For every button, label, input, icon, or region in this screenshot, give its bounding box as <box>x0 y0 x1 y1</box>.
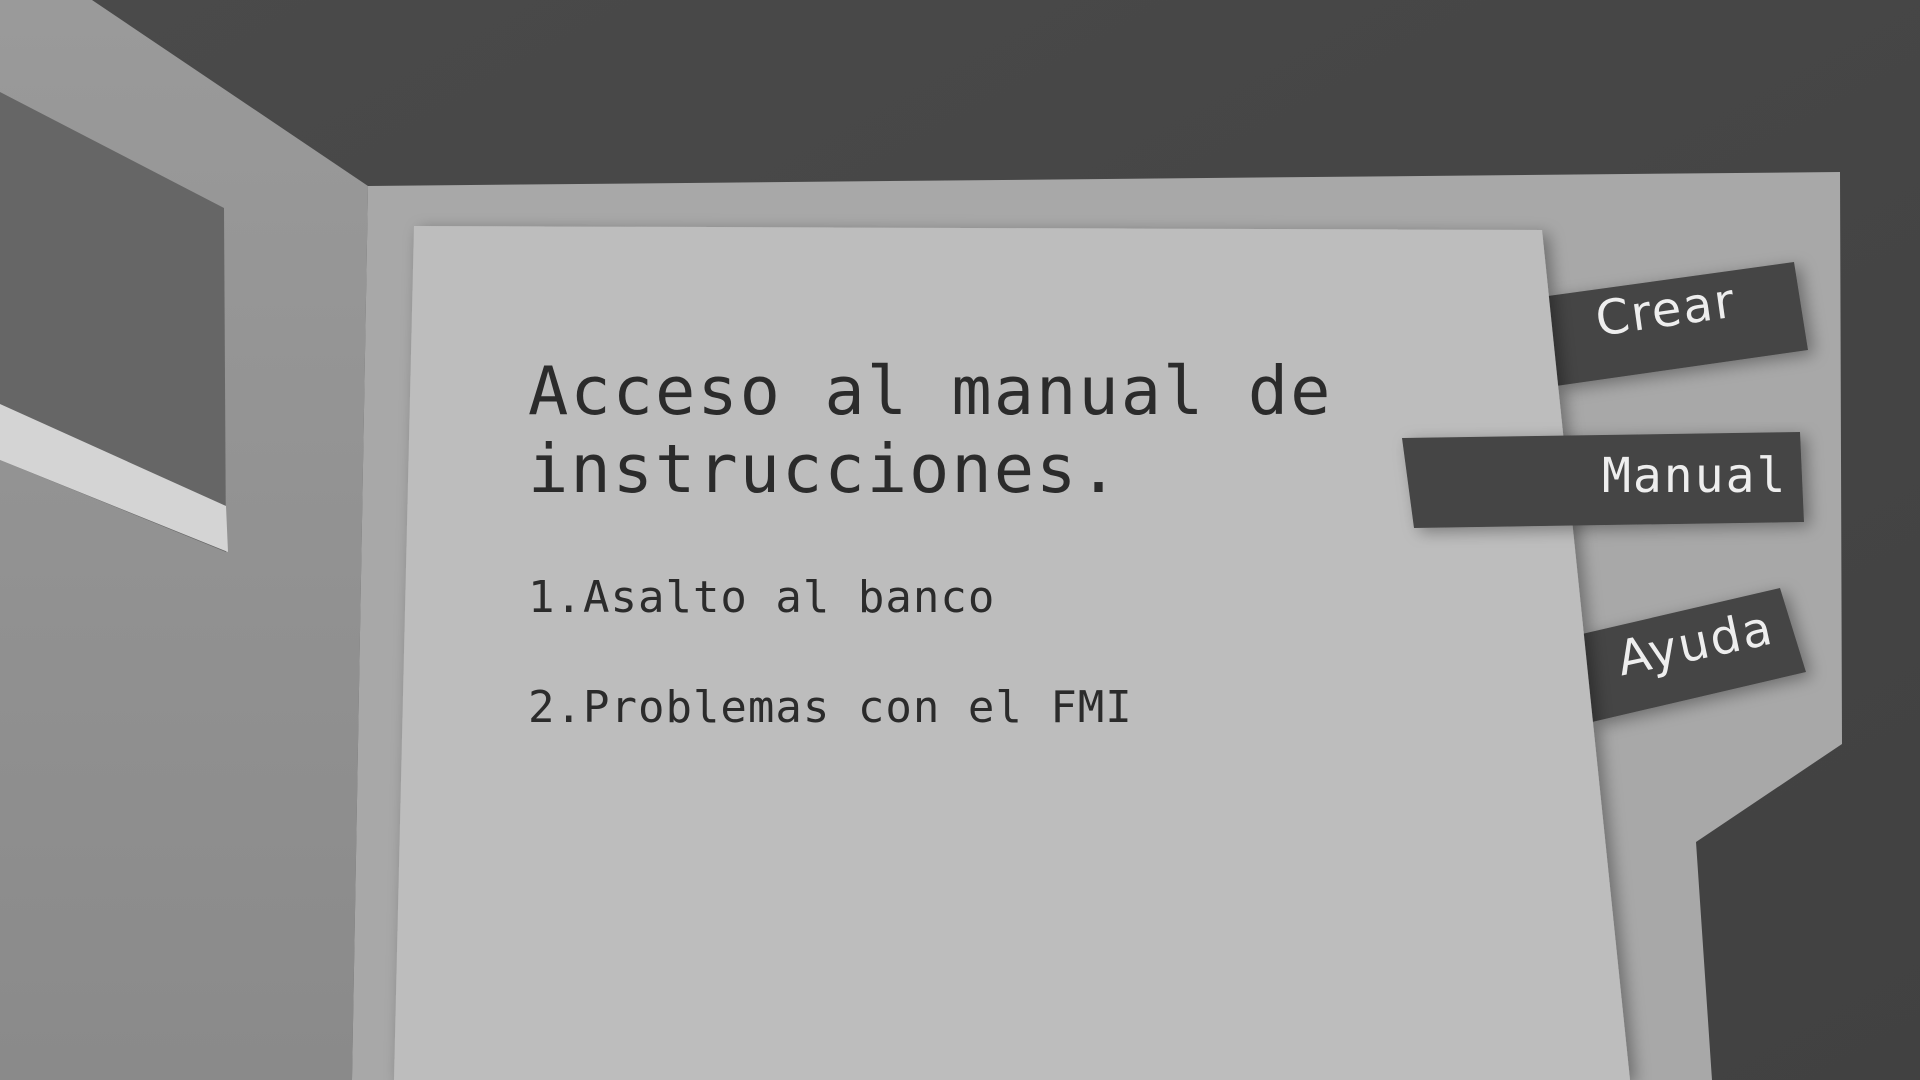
page-title: Acceso al manual de instrucciones. <box>528 352 1388 508</box>
page-title-line-2: instrucciones. <box>528 430 1121 508</box>
page-title-line-1: Acceso al manual de <box>528 352 1333 430</box>
manual-topic-fmi[interactable]: 2.Problemas con el FMI <box>528 670 1133 780</box>
manual-topic-asalto[interactable]: 1.Asalto al banco <box>528 560 1133 670</box>
manual-screen: Acceso al manual de instrucciones. 1.Asa… <box>0 0 1920 1080</box>
manual-topic-list: 1.Asalto al banco 2.Problemas con el FMI <box>528 560 1133 780</box>
tab-manual[interactable]: Manual <box>1602 448 1787 504</box>
room-background <box>0 0 1920 1080</box>
